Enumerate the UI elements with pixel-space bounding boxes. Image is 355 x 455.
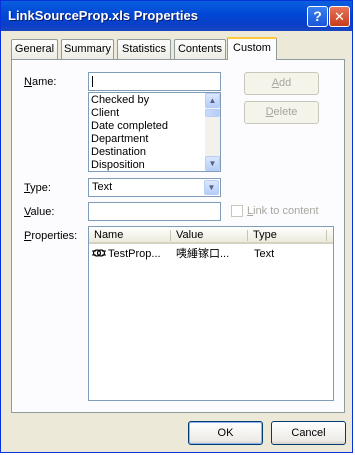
type-select[interactable]: Text ▼: [88, 178, 221, 197]
name-label: Name:: [24, 76, 57, 88]
custom-tab-panel: Name: Checked by Client Date completed D…: [11, 59, 345, 413]
tab-statistics[interactable]: Statistics: [117, 39, 171, 59]
text-caret: [92, 76, 93, 87]
value-input[interactable]: [88, 202, 221, 221]
list-item[interactable]: Client: [91, 107, 168, 120]
list-item[interactable]: Department: [91, 133, 168, 146]
ok-button[interactable]: OK: [188, 421, 263, 445]
scroll-down-icon[interactable]: ▼: [205, 156, 220, 171]
name-input[interactable]: [88, 72, 221, 91]
type-value: Text: [92, 181, 113, 193]
properties-list[interactable]: Name Value Type TestProp... 咦綞镓口... Text: [88, 226, 334, 401]
close-button[interactable]: ✕: [329, 6, 350, 27]
property-value-cell: 咦綞镓口...: [176, 248, 230, 260]
type-label: Type:: [24, 182, 51, 194]
chevron-down-icon[interactable]: ▼: [204, 180, 219, 195]
properties-label: Properties:: [24, 230, 78, 242]
value-label: Value:: [24, 206, 55, 218]
help-button[interactable]: ?: [307, 6, 328, 27]
column-header-type[interactable]: Type: [248, 227, 327, 244]
property-name-cell: TestProp...: [108, 248, 161, 260]
properties-dialog: LinkSourceProp.xls Properties ? ✕ Genera…: [0, 0, 353, 453]
tab-contents[interactable]: Contents: [174, 39, 226, 59]
name-suggestion-list[interactable]: Checked by Client Date completed Departm…: [88, 92, 221, 172]
add-button[interactable]: Add: [244, 72, 319, 95]
list-scrollbar[interactable]: ▲ ▼: [205, 93, 220, 171]
column-header-name[interactable]: Name: [89, 227, 171, 244]
list-item[interactable]: Checked by: [91, 94, 168, 107]
scroll-up-icon[interactable]: ▲: [205, 93, 220, 108]
list-item[interactable]: Destination: [91, 146, 168, 159]
title-bar[interactable]: LinkSourceProp.xls Properties ? ✕: [1, 1, 352, 31]
property-type-cell: Text: [254, 248, 275, 260]
tab-custom[interactable]: Custom: [227, 37, 277, 60]
list-item[interactable]: Date completed: [91, 120, 168, 133]
tab-general[interactable]: General: [11, 39, 58, 59]
delete-button[interactable]: Delete: [244, 101, 319, 124]
link-to-content-label: Link to content: [247, 205, 319, 217]
scroll-thumb[interactable]: [205, 109, 220, 117]
cancel-button[interactable]: Cancel: [271, 421, 346, 445]
link-to-content-checkbox[interactable]: [231, 205, 243, 217]
link-icon: [91, 247, 109, 262]
window-title: LinkSourceProp.xls Properties: [8, 8, 199, 23]
column-header-value[interactable]: Value: [171, 227, 248, 244]
tab-summary[interactable]: Summary: [61, 39, 114, 59]
list-item[interactable]: Disposition: [91, 159, 168, 172]
